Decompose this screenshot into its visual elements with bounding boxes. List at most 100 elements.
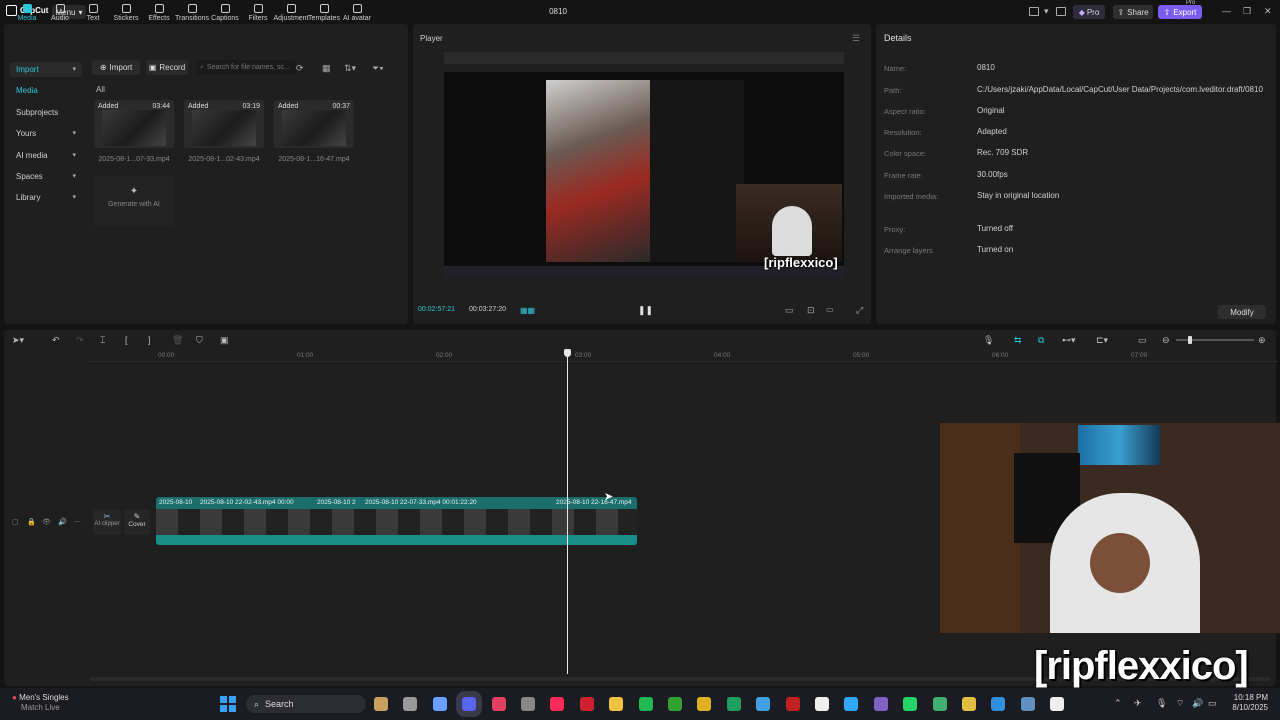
import-button[interactable]: ⊕ Import [92,60,140,75]
select-tool-icon[interactable]: ➤▾ [12,335,24,346]
file-explorer-icon[interactable] [609,697,623,711]
steam-icon[interactable] [1021,697,1035,711]
zoom-slider-handle[interactable] [1188,336,1192,344]
discord-icon[interactable] [456,691,482,717]
zoom-in-icon[interactable]: ⊕ [1258,335,1266,346]
magnet-icon[interactable]: ⧉ [1038,335,1044,346]
crop-icon[interactable]: ▣ [220,335,229,346]
shortcuts-icon[interactable] [1056,7,1066,16]
battery-icon[interactable]: ▭ [1208,698,1217,709]
ratio-icon[interactable]: ▭ [826,305,834,314]
split-left-icon[interactable]: [ [125,335,128,345]
volume-icon[interactable]: 🔊 [1192,698,1203,709]
tray-app-icon[interactable]: ✈ [1134,698,1142,709]
pause-button[interactable]: ❚❚ [638,305,653,316]
chrome-icon[interactable] [697,697,711,711]
playhead[interactable] [567,352,568,674]
speaker-icon[interactable]: 🔊 [58,518,67,526]
sidebar-item-yours[interactable]: Yours ▾ [10,126,82,141]
delete-icon[interactable]: 🗑 [172,335,183,346]
pro-button[interactable]: ◆ Pro [1073,5,1105,19]
playhead-handle[interactable] [564,349,571,357]
snap-icon[interactable]: ⊷▾ [1062,335,1076,346]
player-menu-icon[interactable]: ☰ [852,33,860,44]
obs-icon[interactable] [874,697,888,711]
all-filter-label[interactable]: All [96,85,105,94]
capcut-taskbar-icon[interactable] [815,697,829,711]
widget-icon[interactable] [374,697,388,711]
chrome-app-icon[interactable] [521,697,535,711]
record-button[interactable]: ▣ Record [146,60,188,75]
spotify-icon[interactable] [639,697,653,711]
media-search-input[interactable]: ⌕ Search for file names, sc... [196,60,296,75]
xbox-icon[interactable] [668,697,682,711]
sidebar-item-subprojects[interactable]: Subprojects [10,105,82,120]
sidebar-item-spaces[interactable]: Spaces ▾ [10,169,82,184]
windows-start-icon[interactable] [220,696,236,712]
photos-icon[interactable] [756,697,770,711]
filter-icon[interactable]: ⏷▾ [372,63,384,74]
opera-icon[interactable] [580,697,594,711]
media-thumbnail[interactable]: Added 03:44 [94,100,174,148]
copilot-icon[interactable] [433,697,447,711]
modify-button[interactable]: Modify [1218,305,1266,319]
sidebar-item-ai-media[interactable]: AI media ▾ [10,148,82,163]
news-widget[interactable]: ● Men's Singles Match Live [12,693,69,713]
sidebar-item-import[interactable]: Import ▾ [10,62,82,77]
wifi-icon[interactable]: ⌔ [1176,698,1184,709]
sidebar-item-library[interactable]: Library ▾ [10,190,82,205]
zoom-out-icon[interactable]: ⊖ [1162,335,1170,346]
edge-icon[interactable] [991,697,1005,711]
split-icon[interactable]: ⌶ [100,335,105,346]
excel-icon[interactable] [727,697,741,711]
notes-icon[interactable] [962,697,976,711]
redo-icon[interactable]: ↷ [76,335,84,346]
maximize-icon[interactable]: ❐ [1243,6,1251,17]
tray-chevron-icon[interactable]: ⌃ [1114,698,1122,709]
generate-with-ai-button[interactable]: ✦ Generate with AI [94,176,174,226]
whatsapp-icon[interactable] [903,697,917,711]
tiktok-icon[interactable] [550,697,564,711]
ai-clipper-button[interactable]: ✂ AI clipper [93,509,121,535]
preview-axis-icon[interactable]: ⊏▾ [1096,335,1108,346]
layout-chevron-icon[interactable]: ▾ [1044,6,1049,17]
share-button[interactable]: ⇪ Share [1113,5,1153,19]
link-icon[interactable]: ⇆ [1014,335,1022,346]
grid-view-icon[interactable]: ▦ [322,63,331,74]
tool-ai-avatar[interactable]: AI avatar [336,4,378,28]
track-toggle-icon[interactable]: ▢ [12,518,19,526]
capcut-active-icon[interactable] [1050,697,1064,711]
system-clock[interactable]: 10:18 PM 8/10/2025 [1224,693,1268,713]
focus-icon[interactable]: ⊡ [807,305,815,316]
video-preview[interactable] [444,52,844,278]
microphone-icon[interactable]: 🎙 [983,335,994,346]
media-thumbnail[interactable]: Added 03:19 [184,100,264,148]
media-thumbnail[interactable]: Added 00:37 [274,100,354,148]
lock-icon[interactable]: 🔒 [27,518,36,526]
close-icon[interactable]: ✕ [1264,6,1272,17]
refresh-icon[interactable]: ⟳ [296,63,304,74]
sort-icon[interactable]: ⇅▾ [344,63,356,74]
split-right-icon[interactable]: ] [148,335,151,345]
caption-icon[interactable]: ▭ [1138,335,1147,346]
eye-icon[interactable]: 👁 [42,518,51,526]
zoom-slider[interactable] [1176,336,1254,344]
marker-icon[interactable]: ⛉ [196,335,203,346]
expand-icon[interactable]: ⤢ [856,305,863,316]
fullscreen-preview-icon[interactable]: ▭ [785,305,794,316]
record-app-icon[interactable] [786,697,800,711]
minimize-icon[interactable]: — [1222,6,1231,16]
more-icon[interactable]: ⋯ [74,518,81,526]
export-button[interactable]: ⇧ Export [1158,5,1202,19]
cover-button[interactable]: ✎ Cover [124,509,150,535]
taskbar-search[interactable]: ⌕ Search [246,695,366,713]
sidebar-item-media[interactable]: Media [10,83,82,98]
sheets-icon[interactable] [933,697,947,711]
layout-icon[interactable] [1029,7,1039,16]
snipping-icon[interactable] [492,697,506,711]
photoshop-icon[interactable] [844,697,858,711]
video-clip-track[interactable]: 2025-08-10 2025-08-10 22-02-43.mp4 00:00 2… [156,497,637,545]
task-view-icon[interactable] [403,697,417,711]
undo-icon[interactable]: ↶ [52,335,60,346]
mic-tray-icon[interactable]: 🎙 [1156,698,1167,709]
